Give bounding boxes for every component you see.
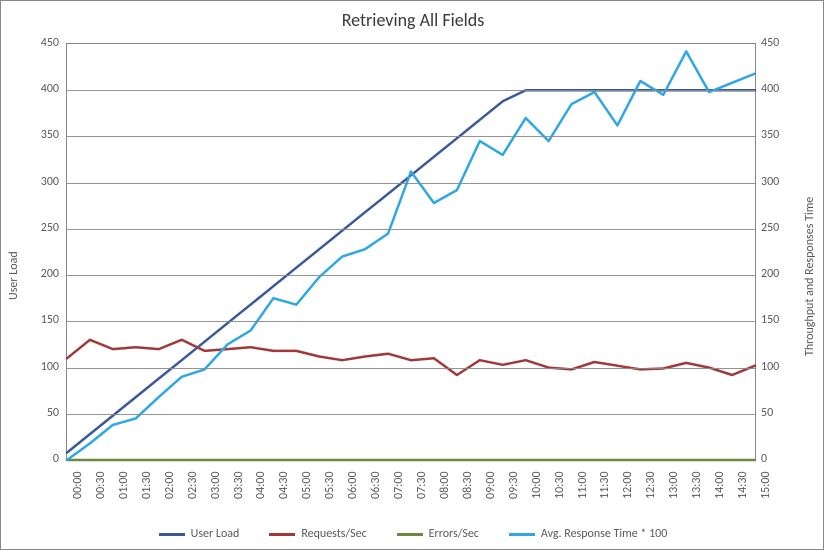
x-tick: 13:00 [667, 471, 681, 499]
x-tick: 05:00 [300, 471, 314, 499]
plot-area [66, 43, 756, 461]
x-tick: 10:00 [530, 471, 544, 499]
gridline [67, 275, 755, 276]
y-tick-right: 50 [761, 406, 816, 420]
legend-swatch [159, 533, 185, 536]
x-tick: 12:30 [644, 471, 658, 499]
y-tick-left: 0 [4, 452, 59, 466]
series-line [67, 51, 755, 460]
y-tick-right: 350 [761, 128, 816, 142]
gridline [67, 414, 755, 415]
y-tick-right: 300 [761, 175, 816, 189]
x-tick: 00:30 [94, 471, 108, 499]
x-tick: 03:00 [209, 471, 223, 499]
x-tick: 07:30 [415, 471, 429, 499]
x-tick: 11:30 [598, 471, 612, 499]
gridline [67, 136, 755, 137]
x-tick: 08:00 [438, 471, 452, 499]
x-tick: 09:00 [484, 471, 498, 499]
y-tick-right: 450 [761, 36, 816, 50]
x-tick: 13:30 [690, 471, 704, 499]
chart-title: Retrieving All Fields [1, 9, 824, 31]
y-tick-left: 400 [4, 82, 59, 96]
legend-label: Avg. Response Time * 100 [541, 527, 667, 541]
y-tick-left: 50 [4, 406, 59, 420]
chart-container: Retrieving All Fields User Load Throughp… [0, 0, 824, 550]
y-tick-right: 150 [761, 313, 816, 327]
series-line [67, 90, 755, 452]
x-tick: 07:00 [392, 471, 406, 499]
x-tick: 10:30 [553, 471, 567, 499]
x-tick: 03:30 [232, 471, 246, 499]
x-tick: 04:00 [254, 471, 268, 499]
y-tick-right: 400 [761, 82, 816, 96]
x-tick: 05:30 [323, 471, 337, 499]
legend-label: User Load [191, 527, 240, 541]
legend-item: Requests/Sec [269, 527, 366, 541]
gridline [67, 368, 755, 369]
x-tick: 02:00 [163, 471, 177, 499]
x-tick: 04:30 [277, 471, 291, 499]
gridline [67, 90, 755, 91]
gridline [67, 229, 755, 230]
x-tick: 01:00 [117, 471, 131, 499]
legend-label: Errors/Sec [429, 527, 479, 541]
x-tick: 06:00 [346, 471, 360, 499]
x-tick: 11:00 [576, 471, 590, 499]
legend-item: User Load [159, 527, 240, 541]
x-tick: 00:00 [71, 471, 85, 499]
x-tick: 14:30 [736, 471, 750, 499]
legend-swatch [397, 533, 423, 536]
gridline [67, 183, 755, 184]
gridline [67, 321, 755, 322]
legend-swatch [269, 533, 295, 536]
y-tick-right: 0 [761, 452, 816, 466]
legend-swatch [509, 533, 535, 536]
x-tick: 06:30 [369, 471, 383, 499]
y-tick-right: 100 [761, 360, 816, 374]
legend: User Load Requests/Sec Errors/Sec Avg. Resp… [1, 527, 824, 541]
series-svg [67, 44, 755, 460]
x-tick: 15:00 [759, 471, 773, 499]
y-tick-left: 450 [4, 36, 59, 50]
legend-label: Requests/Sec [301, 527, 366, 541]
x-tick: 02:30 [186, 471, 200, 499]
y-tick-left: 350 [4, 128, 59, 142]
y-tick-left: 250 [4, 221, 59, 235]
y-tick-right: 200 [761, 267, 816, 281]
x-tick: 12:00 [621, 471, 635, 499]
x-tick: 01:30 [140, 471, 154, 499]
y-tick-right: 250 [761, 221, 816, 235]
x-tick: 08:30 [461, 471, 475, 499]
x-tick: 09:30 [507, 471, 521, 499]
y-tick-left: 300 [4, 175, 59, 189]
legend-item: Errors/Sec [397, 527, 479, 541]
y-tick-left: 100 [4, 360, 59, 374]
x-tick: 14:00 [713, 471, 727, 499]
y-tick-left: 200 [4, 267, 59, 281]
y-tick-left: 150 [4, 313, 59, 327]
legend-item: Avg. Response Time * 100 [509, 527, 667, 541]
